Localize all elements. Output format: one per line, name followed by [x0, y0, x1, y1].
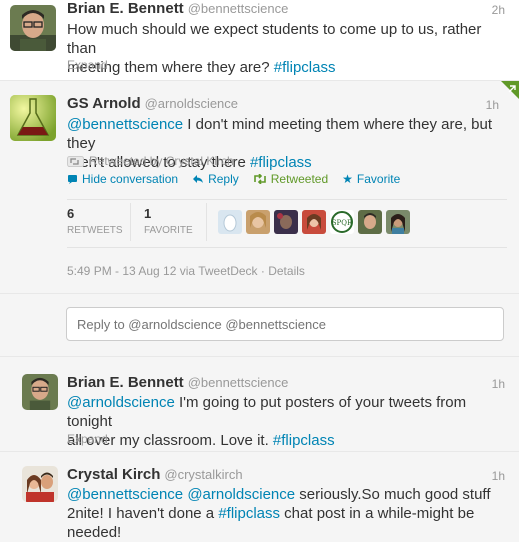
author-handle[interactable]: @bennettscience: [188, 1, 289, 16]
tweet-header: Brian E. Bennett @bennettscience: [67, 374, 288, 392]
tweet-text-line: 2nite! I haven't done a #flipclass chat …: [67, 504, 512, 523]
retweeted-label: Retweeted: [270, 172, 329, 186]
tweet-text-line: meeting them where they are? #flipclass: [67, 58, 507, 77]
reply-label: Reply: [208, 172, 239, 186]
favorites-label: FAVORITE: [144, 225, 193, 236]
tweet-kirch[interactable]: Crystal Kirch @crystalkirch 1h @bennettsc…: [0, 452, 519, 542]
reply-button[interactable]: Reply: [192, 172, 239, 186]
retweet-icon: [67, 155, 84, 167]
tweet-meta[interactable]: 5:49 PM - 13 Aug 12 via TweetDeck · Deta…: [67, 264, 305, 278]
tweet-text-line: needed!: [67, 524, 122, 541]
expand-link[interactable]: Expand: [67, 432, 108, 446]
mention-link[interactable]: @arnoldscience: [187, 486, 295, 503]
mention-link[interactable]: @arnoldscience: [67, 394, 175, 411]
tweet-time[interactable]: 1h: [492, 377, 505, 391]
tweet-actions: Hide conversation Reply Retweeted ★ Favo…: [67, 172, 414, 186]
stats-divider: [67, 199, 507, 200]
author-handle[interactable]: @crystalkirch: [164, 467, 242, 482]
retweets-stat[interactable]: 6 RETWEETS: [67, 206, 123, 236]
avatar-arnold[interactable]: [10, 95, 56, 141]
author-name[interactable]: Brian E. Bennett: [67, 0, 184, 17]
tweet-text-segment: seriously.So much good stuff: [295, 486, 491, 503]
retweet-arrows-icon: [253, 174, 266, 184]
tweet-text: @bennettscience @arnoldscience seriously…: [67, 485, 512, 542]
retweeter-avatar[interactable]: [246, 210, 270, 234]
favorites-count: 1: [144, 206, 152, 221]
tweet-text: @arnoldscience I'm going to put posters …: [67, 393, 512, 450]
author-name[interactable]: Brian E. Bennett: [67, 374, 184, 391]
retweeter-avatar-egg[interactable]: [218, 210, 242, 234]
tweet-header: GS Arnold @arnoldscience: [67, 95, 238, 113]
tweet-text-line: @arnoldscience I'm going to put posters …: [67, 393, 512, 431]
retweeter-avatar[interactable]: [274, 210, 298, 234]
tweet-bennett-1[interactable]: Brian E. Bennett @bennettscience 2h How m…: [0, 0, 519, 76]
tweet-time[interactable]: 2h: [492, 3, 505, 17]
meta-divider: [67, 247, 507, 248]
speech-bubble-icon: [68, 174, 77, 184]
star-icon: ★: [342, 172, 353, 186]
favorite-button[interactable]: ★ Favorite: [342, 172, 400, 186]
retweeted-by: Retweeted by Crystal Kirch: [67, 154, 234, 168]
reply-arrow-icon: [193, 175, 204, 183]
author-handle[interactable]: @bennettscience: [188, 375, 289, 390]
retweeted-button[interactable]: Retweeted: [253, 172, 328, 186]
mention-link[interactable]: @bennettscience: [67, 116, 183, 133]
stat-divider: [206, 203, 207, 241]
hide-conversation-button[interactable]: Hide conversation: [67, 172, 178, 186]
retweeter-avatar-spqr[interactable]: SPQR: [330, 210, 354, 234]
tweet-arnold-expanded[interactable]: GS Arnold @arnoldscience 1h @bennettscien…: [0, 81, 519, 293]
author-handle[interactable]: @arnoldscience: [145, 96, 238, 111]
tweet-bennett-2[interactable]: Brian E. Bennett @bennettscience 1h @arno…: [0, 357, 519, 451]
tweet-text-line: all over my classroom. Love it. #flipcla…: [67, 431, 512, 450]
tweet-text: How much should we expect students to co…: [67, 20, 507, 77]
favorites-stat[interactable]: 1 FAVORITE: [144, 206, 193, 236]
retweeter-avatar[interactable]: [386, 210, 410, 234]
hashtag-link[interactable]: #flipclass: [250, 154, 312, 171]
expand-link[interactable]: Expand: [67, 58, 108, 72]
hide-conversation-label: Hide conversation: [82, 172, 179, 186]
tweet-header: Crystal Kirch @crystalkirch: [67, 466, 243, 484]
avatar-kirch[interactable]: [22, 466, 58, 502]
hashtag-link[interactable]: #flipclass: [218, 505, 280, 522]
favorite-label: Favorite: [356, 172, 401, 186]
retweeter-avatar[interactable]: [302, 210, 326, 234]
author-name[interactable]: Crystal Kirch: [67, 466, 160, 483]
reply-box-area: [0, 294, 519, 356]
tweet-text-line: How much should we expect students to co…: [67, 21, 482, 57]
hashtag-link[interactable]: #flipclass: [273, 432, 335, 449]
author-name[interactable]: GS Arnold: [67, 95, 141, 112]
retweets-label: RETWEETS: [67, 225, 123, 236]
retweets-count: 6: [67, 206, 75, 221]
svg-text:SPQR: SPQR: [332, 219, 353, 227]
tweet-text-line: @bennettscience @arnoldscience seriously…: [67, 485, 512, 504]
tweet-header: Brian E. Bennett @bennettscience: [67, 0, 288, 18]
retweeted-corner-icon: [501, 81, 519, 99]
tweet-time[interactable]: 1h: [486, 98, 499, 112]
tweet-text-segment: 2nite! I haven't done a: [67, 505, 219, 522]
stat-divider: [130, 203, 131, 241]
avatar-bennett[interactable]: [22, 374, 58, 410]
tweet-text-line: @bennettscience I don't mind meeting the…: [67, 115, 512, 153]
tweet-text-segment: chat post in a while-might be: [280, 505, 475, 522]
avatar-bennett[interactable]: [10, 5, 56, 51]
retweeter-avatar[interactable]: [358, 210, 382, 234]
reply-input[interactable]: [66, 307, 504, 341]
retweeted-by-label[interactable]: Retweeted by Crystal Kirch: [89, 154, 234, 168]
hashtag-link[interactable]: #flipclass: [274, 59, 336, 76]
mention-link[interactable]: @bennettscience: [67, 486, 183, 503]
tweet-time[interactable]: 1h: [492, 469, 505, 483]
